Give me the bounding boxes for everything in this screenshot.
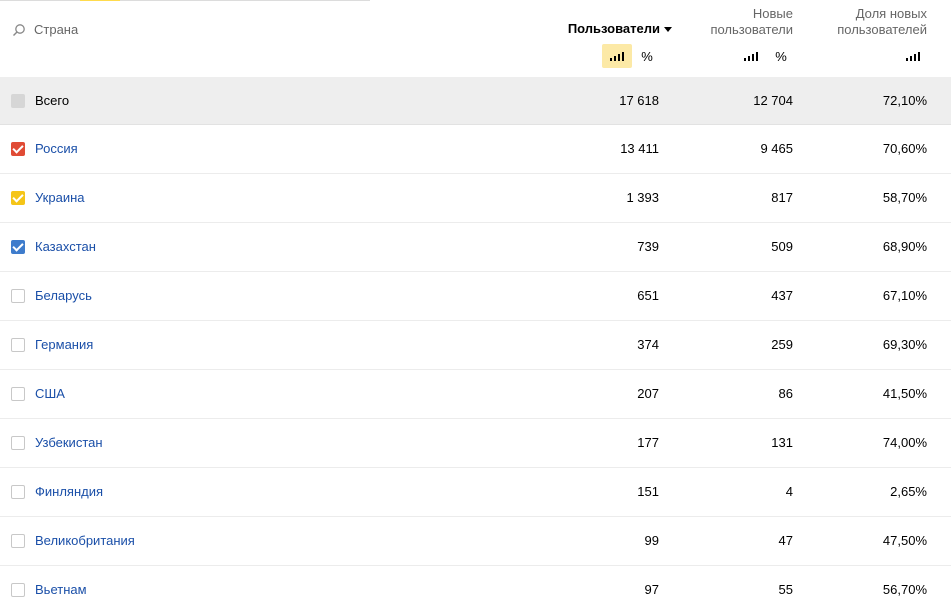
row-name: Всего — [35, 93, 70, 108]
column-header-new-users-share[interactable]: Доля новых пользователей — [807, 6, 927, 38]
row-checkbox[interactable] — [11, 436, 25, 450]
row-users: 739 — [637, 239, 659, 254]
row-name-link[interactable]: Казахстан — [35, 239, 96, 255]
table-header: Страна Пользователи Новые пользователи Д… — [0, 0, 951, 77]
row-checkbox[interactable] — [11, 583, 25, 597]
row-new-users: 259 — [771, 337, 793, 352]
row-name-link[interactable]: США — [35, 386, 65, 402]
row-checkbox[interactable] — [11, 338, 25, 352]
row-new-users: 131 — [771, 435, 793, 450]
column-share-label-line1: Доля новых — [855, 6, 927, 21]
row-users: 177 — [637, 435, 659, 450]
row-share: 67,10% — [882, 288, 927, 303]
row-share: 70,60% — [882, 141, 927, 156]
row-name-link[interactable]: Великобритания — [35, 533, 135, 549]
search-icon — [12, 23, 26, 37]
bar-chart-icon — [610, 51, 624, 61]
row-new-users: 12 704 — [753, 93, 793, 108]
row-checkbox[interactable] — [11, 387, 25, 401]
row-users: 99 — [644, 533, 659, 548]
row-checkbox[interactable] — [11, 142, 25, 156]
row-share: 58,70% — [882, 190, 927, 205]
row-name-link[interactable]: Вьетнам — [35, 582, 87, 598]
search-label: Страна — [34, 22, 79, 37]
row-checkbox[interactable] — [11, 485, 25, 499]
row-name-link[interactable]: Узбекистан — [35, 435, 103, 451]
users-percent-view-button[interactable]: % — [632, 44, 662, 68]
row-users: 1 393 — [626, 190, 659, 205]
row-share: 2,65% — [890, 484, 927, 499]
percent-icon: % — [641, 48, 653, 64]
column-share-label-line2: пользователей — [837, 22, 927, 37]
row-new-users: 47 — [778, 533, 793, 548]
new-users-percent-view-button[interactable]: % — [766, 44, 796, 68]
table-row: Казахстан 739 509 68,90% — [0, 223, 951, 272]
row-share: 47,50% — [882, 533, 927, 548]
row-new-users: 4 — [785, 484, 793, 499]
column-new-users-label-line1: Новые — [752, 6, 793, 21]
column-header-users[interactable]: Пользователи — [568, 21, 672, 37]
share-bar-view-button[interactable] — [898, 44, 928, 68]
sort-desc-icon — [664, 27, 672, 32]
row-users: 13 411 — [620, 141, 659, 156]
row-checkbox[interactable] — [11, 191, 25, 205]
table-row: Узбекистан 177 131 74,00% — [0, 419, 951, 468]
row-users: 97 — [644, 582, 659, 597]
table-row: США 207 86 41,50% — [0, 370, 951, 419]
table-row-total: Всего 17 618 12 704 72,10% — [0, 77, 951, 125]
row-name-link[interactable]: Беларусь — [35, 288, 92, 304]
row-checkbox[interactable] — [11, 534, 25, 548]
new-users-bar-view-button[interactable] — [736, 44, 766, 68]
row-new-users: 817 — [771, 190, 793, 205]
row-new-users: 9 465 — [760, 141, 793, 156]
row-share: 74,00% — [882, 435, 927, 450]
percent-icon: % — [775, 48, 787, 64]
row-users: 151 — [637, 484, 659, 499]
row-share: 68,90% — [882, 239, 927, 254]
bar-chart-icon — [906, 51, 920, 61]
table-row: Великобритания 99 47 47,50% — [0, 517, 951, 566]
row-name-link[interactable]: Украина — [35, 190, 85, 206]
row-users: 651 — [637, 288, 659, 303]
row-checkbox[interactable] — [11, 240, 25, 254]
row-new-users: 509 — [771, 239, 793, 254]
row-name-link[interactable]: Финляндия — [35, 484, 103, 500]
row-users: 17 618 — [619, 93, 659, 108]
row-share: 41,50% — [882, 386, 927, 401]
row-new-users: 437 — [771, 288, 793, 303]
total-checkbox[interactable] — [11, 94, 25, 108]
column-users-label: Пользователи — [567, 21, 660, 36]
column-header-new-users[interactable]: Новые пользователи — [683, 6, 793, 38]
country-search[interactable]: Страна — [12, 22, 78, 37]
bar-chart-icon — [744, 51, 758, 61]
column-new-users-label-line2: пользователи — [710, 22, 793, 37]
users-bar-view-button[interactable] — [602, 44, 632, 68]
row-users: 374 — [637, 337, 659, 352]
table-row: Вьетнам 97 55 56,70% — [0, 566, 951, 615]
row-name-link[interactable]: Россия — [35, 141, 78, 157]
table-row: Беларусь 651 437 67,10% — [0, 272, 951, 321]
table-row: Германия 374 259 69,30% — [0, 321, 951, 370]
table-row: Россия 13 411 9 465 70,60% — [0, 125, 951, 174]
row-users: 207 — [637, 386, 659, 401]
table-row: Украина 1 393 817 58,70% — [0, 174, 951, 223]
row-name-link[interactable]: Германия — [35, 337, 93, 353]
table-row: Финляндия 151 4 2,65% — [0, 468, 951, 517]
row-new-users: 55 — [778, 582, 793, 597]
row-share: 69,30% — [882, 337, 927, 352]
row-share: 72,10% — [882, 93, 927, 108]
row-checkbox[interactable] — [11, 289, 25, 303]
row-new-users: 86 — [778, 386, 793, 401]
row-share: 56,70% — [882, 582, 927, 597]
